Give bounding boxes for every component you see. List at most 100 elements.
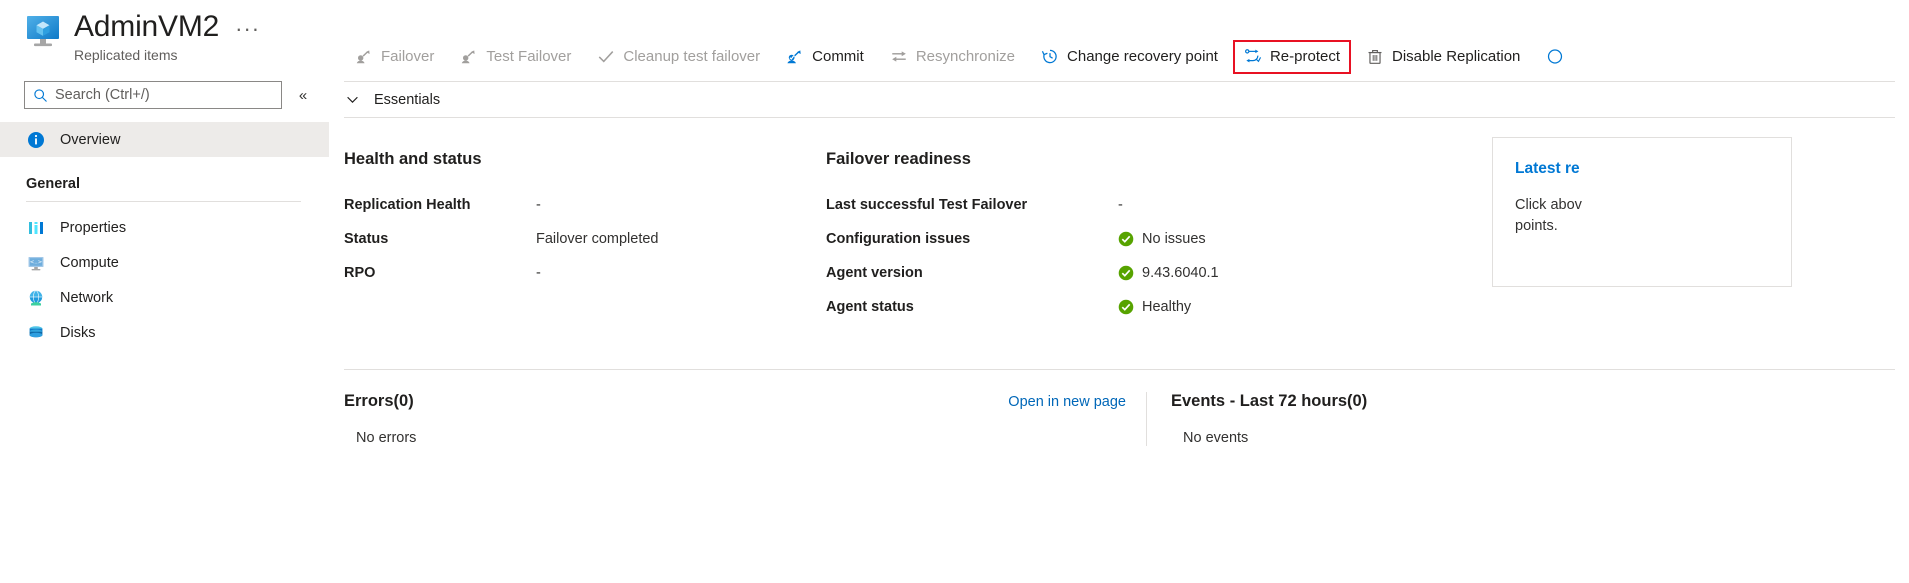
resource-left-panel: AdminVM2 ··· Replicated items « <box>0 0 330 583</box>
sidebar-item-properties[interactable]: Properties <box>0 210 329 245</box>
field-label: Agent status <box>826 299 1118 315</box>
health-and-status-section: Health and status Replication Health - S… <box>344 150 826 331</box>
sidebar-item-label: Network <box>60 290 113 306</box>
section-title: Failover readiness <box>826 150 1476 169</box>
resynchronize-button[interactable]: Resynchronize <box>879 40 1026 74</box>
row-agent-version: Agent version 9.43.6040.1 <box>826 263 1476 283</box>
field-value: 9.43.6040.1 <box>1142 265 1219 281</box>
field-value: - <box>1118 197 1123 213</box>
field-label: Status <box>344 231 536 247</box>
sidebar-item-disks[interactable]: Disks <box>0 315 329 350</box>
errors-body: No errors <box>344 430 1146 446</box>
sidebar-item-label: Compute <box>60 255 119 271</box>
disable-replication-button[interactable]: Disable Replication <box>1355 40 1531 74</box>
field-value: - <box>536 197 541 213</box>
field-label: Last successful Test Failover <box>826 197 1118 213</box>
events-body: No events <box>1171 430 1367 446</box>
overflow-command-button[interactable] <box>1535 40 1583 74</box>
command-toolbar: Failover Test Failover <box>330 32 1909 81</box>
re-protect-button[interactable]: Re-protect <box>1233 40 1351 74</box>
row-replication-health: Replication Health - <box>344 195 826 215</box>
blade-main: Failover Test Failover <box>330 0 1909 583</box>
page-subtitle: Replicated items <box>74 46 329 64</box>
change-recovery-point-button[interactable]: Change recovery point <box>1030 40 1229 74</box>
errors-title: Errors(0) <box>344 392 414 411</box>
cleanup-test-failover-button[interactable]: Cleanup test failover <box>586 40 771 74</box>
command-label: Commit <box>812 48 864 65</box>
command-label: Cleanup test failover <box>623 48 760 65</box>
sidebar-section-title: General <box>26 176 329 201</box>
essentials-label: Essentials <box>374 92 440 108</box>
resource-header: AdminVM2 ··· Replicated items <box>0 0 329 64</box>
sidebar-item-label: Properties <box>60 220 126 236</box>
resynchronize-icon <box>890 48 908 66</box>
search-box[interactable] <box>24 81 282 109</box>
chevron-down-icon <box>344 91 361 108</box>
latest-recovery-points-card: Latest re Click abovpoints. <box>1492 137 1792 287</box>
side-card-title: Latest re <box>1515 160 1771 178</box>
page-title: AdminVM2 <box>74 10 219 44</box>
sidebar-nav: Overview General Properties <box>0 122 329 350</box>
section-title: Health and status <box>344 150 826 169</box>
virtual-machine-icon <box>24 12 62 50</box>
row-agent-status: Agent status Healthy <box>826 297 1476 317</box>
test-failover-icon <box>460 48 478 66</box>
sidebar-item-compute[interactable]: <..> Compute <box>0 245 329 280</box>
command-label: Change recovery point <box>1067 48 1218 65</box>
side-card-body: Click abovpoints. <box>1515 195 1771 237</box>
field-label: Replication Health <box>344 197 536 213</box>
field-label: RPO <box>344 265 536 281</box>
azure-portal-blade: AdminVM2 ··· Replicated items « <box>0 0 1909 583</box>
open-in-new-page-link[interactable]: Open in new page <box>1008 394 1146 410</box>
search-row: « <box>0 81 329 109</box>
failover-icon <box>355 48 373 66</box>
re-protect-icon <box>1244 48 1262 66</box>
sidebar-section-general: General <box>0 176 329 201</box>
clock-history-icon <box>1041 48 1059 66</box>
more-options-button[interactable]: ··· <box>235 18 260 40</box>
status-ok-icon <box>1118 299 1134 315</box>
events-title: Events - Last 72 hours(0) <box>1171 392 1367 411</box>
field-value: Failover completed <box>536 231 659 247</box>
search-input[interactable] <box>55 87 275 103</box>
collapse-panel-button[interactable]: « <box>290 82 316 108</box>
field-value: - <box>536 265 541 281</box>
disks-icon <box>26 323 45 342</box>
commit-button[interactable]: Commit <box>775 40 875 74</box>
row-rpo: RPO - <box>344 263 826 283</box>
checkmark-icon <box>597 48 615 66</box>
test-failover-button[interactable]: Test Failover <box>449 40 582 74</box>
row-configuration-issues: Configuration issues No issues <box>826 229 1476 249</box>
bottom-panels: Errors(0) Open in new page No errors Eve… <box>330 370 1909 446</box>
properties-icon <box>26 218 45 237</box>
field-value: Healthy <box>1142 299 1191 315</box>
field-label: Agent version <box>826 265 1118 281</box>
status-ok-icon <box>1118 231 1134 247</box>
essentials-toggle[interactable]: Essentials <box>330 82 1909 117</box>
network-icon <box>26 288 45 307</box>
sidebar-item-network[interactable]: Network <box>0 280 329 315</box>
field-value: No issues <box>1142 231 1206 247</box>
status-ok-icon <box>1118 265 1134 281</box>
info-icon <box>26 130 45 149</box>
field-label: Configuration issues <box>826 231 1118 247</box>
sidebar-item-label: Disks <box>60 325 95 341</box>
errors-panel: Errors(0) Open in new page No errors <box>344 392 1147 446</box>
circle-icon <box>1546 48 1564 66</box>
svg-text:<..>: <..> <box>29 259 41 265</box>
command-label: Resynchronize <box>916 48 1015 65</box>
compute-icon: <..> <box>26 253 45 272</box>
command-label: Test Failover <box>486 48 571 65</box>
row-status: Status Failover completed <box>344 229 826 249</box>
failover-button[interactable]: Failover <box>344 40 445 74</box>
sidebar-item-label: Overview <box>60 132 120 148</box>
events-panel: Events - Last 72 hours(0) No events <box>1147 392 1367 446</box>
row-last-successful-test-failover: Last successful Test Failover - <box>826 195 1476 215</box>
command-label: Failover <box>381 48 434 65</box>
commit-icon <box>786 48 804 66</box>
trash-icon <box>1366 48 1384 66</box>
command-label: Re-protect <box>1270 48 1340 65</box>
command-label: Disable Replication <box>1392 48 1520 65</box>
sidebar-item-overview[interactable]: Overview <box>0 122 329 157</box>
failover-readiness-section: Failover readiness Last successful Test … <box>826 150 1476 331</box>
